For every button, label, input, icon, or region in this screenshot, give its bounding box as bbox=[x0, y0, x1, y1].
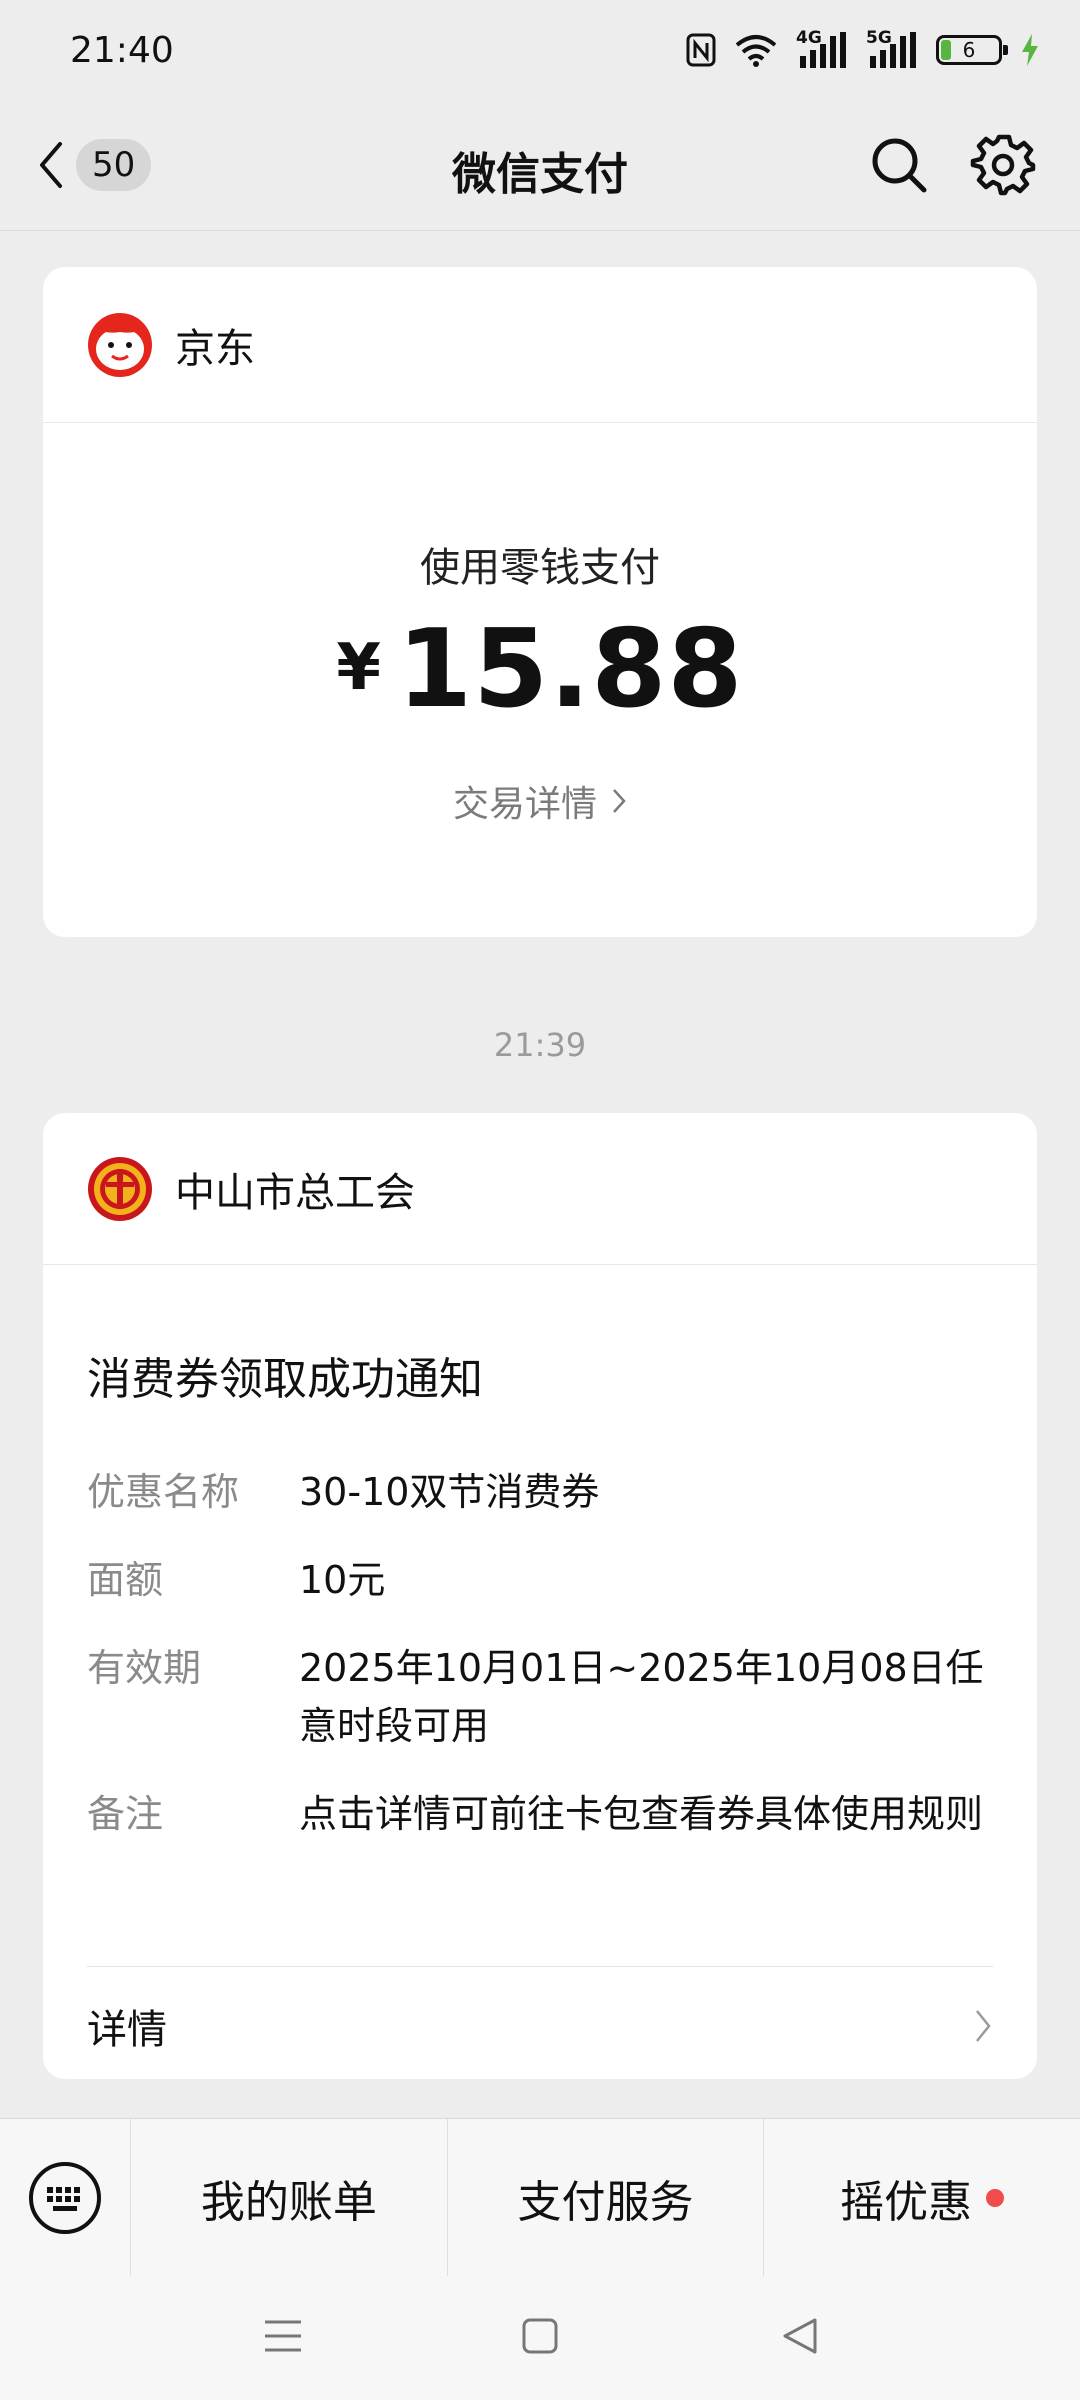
square-icon bbox=[522, 2318, 558, 2354]
info-label: 面额 bbox=[87, 1558, 164, 1602]
info-label: 备注 bbox=[87, 1792, 164, 1836]
home-button[interactable] bbox=[510, 2306, 570, 2366]
menu-label: 我的账单 bbox=[200, 2176, 377, 2228]
payment-method: 使用零钱支付 bbox=[420, 545, 660, 591]
notice-detail-button[interactable]: 详情 bbox=[87, 1991, 993, 2061]
payment-card[interactable]: 京东 使用零钱支付 ¥ 15.88 交易详情 bbox=[43, 267, 1037, 937]
info-label: 优惠名称 bbox=[87, 1470, 240, 1514]
wifi-icon bbox=[735, 35, 777, 67]
notification-dot bbox=[986, 2188, 1005, 2207]
amount-row: ¥ 15.88 bbox=[43, 607, 1037, 732]
notice-card[interactable]: 中山市总工会 消费券领取成功通知 优惠名称 30-10双节消费券 面额 10元 … bbox=[43, 1113, 1037, 2079]
merchant-name: 京东 bbox=[175, 325, 255, 372]
charging-icon bbox=[1022, 34, 1038, 66]
system-nav-bar bbox=[0, 2276, 1080, 2400]
info-row-face-value: 面额 10元 bbox=[87, 1551, 993, 1609]
message-timestamp: 21:39 bbox=[493, 1026, 587, 1064]
keyboard-toggle-button[interactable] bbox=[0, 2119, 130, 2277]
settings-button[interactable] bbox=[970, 132, 1036, 198]
nav-bar: 50 微信支付 bbox=[0, 100, 1080, 230]
signal-4g-icon: 4G bbox=[796, 28, 848, 70]
menu-label: 支付服务 bbox=[517, 2176, 694, 2228]
status-bar: 21:40 4G 5G 6 bbox=[0, 0, 1080, 100]
search-button[interactable] bbox=[866, 132, 932, 198]
gear-icon bbox=[970, 134, 1036, 196]
recent-apps-button[interactable] bbox=[253, 2306, 313, 2366]
transaction-detail-link[interactable]: 交易详情 bbox=[43, 775, 1037, 827]
search-icon bbox=[872, 138, 927, 193]
info-row-remark: 备注 点击详情可前往卡包查看券具体使用规则 bbox=[87, 1785, 993, 1843]
union-logo-icon bbox=[88, 1156, 152, 1221]
info-value: 30-10双节消费券 bbox=[299, 1470, 600, 1514]
menu-my-bills[interactable]: 我的账单 bbox=[130, 2118, 447, 2277]
keyboard-icon bbox=[29, 2161, 101, 2234]
info-label: 有效期 bbox=[87, 1646, 202, 1690]
payment-card-header[interactable]: 京东 bbox=[43, 267, 1037, 423]
menu-label: 摇优惠 bbox=[840, 2176, 973, 2228]
info-row-validity: 有效期 2025年10月01日~2025年10月08日任意时段可用 bbox=[87, 1639, 993, 1755]
notice-title: 消费券领取成功通知 bbox=[87, 1354, 483, 1405]
notice-card-header[interactable]: 中山市总工会 bbox=[43, 1113, 1037, 1265]
info-value: 10元 bbox=[299, 1558, 386, 1602]
menu-payment-services[interactable]: 支付服务 bbox=[446, 2118, 764, 2277]
currency-symbol: ¥ bbox=[336, 631, 381, 705]
status-icons: 4G 5G 6 bbox=[686, 28, 1040, 70]
signal-5g-icon: 5G bbox=[866, 28, 918, 70]
menu-lines-icon bbox=[265, 2320, 301, 2352]
chevron-right-icon bbox=[613, 789, 626, 813]
nav-divider bbox=[0, 230, 1080, 231]
status-time: 21:40 bbox=[70, 29, 174, 71]
transaction-detail-label: 交易详情 bbox=[452, 784, 597, 825]
nfc-icon bbox=[686, 33, 716, 67]
system-back-button[interactable] bbox=[770, 2306, 830, 2366]
notice-sender-name: 中山市总工会 bbox=[175, 1169, 415, 1216]
battery-level: 6 bbox=[962, 38, 976, 62]
info-value: 2025年10月01日~2025年10月08日任意时段可用 bbox=[299, 1646, 984, 1748]
info-row-coupon-name: 优惠名称 30-10双节消费券 bbox=[87, 1463, 993, 1521]
menu-shake-offers[interactable]: 摇优惠 bbox=[763, 2118, 1080, 2277]
chevron-right-icon bbox=[976, 2010, 991, 2042]
jd-logo-icon bbox=[88, 312, 152, 377]
battery-icon: 6 bbox=[936, 35, 1008, 65]
payment-amount: 15.88 bbox=[396, 607, 744, 732]
bottom-menu: 我的账单 支付服务 摇优惠 bbox=[0, 2118, 1080, 2277]
info-value: 点击详情可前往卡包查看券具体使用规则 bbox=[299, 1792, 984, 1836]
notice-detail-label: 详情 bbox=[87, 2007, 167, 2053]
card-divider bbox=[87, 1966, 993, 1967]
triangle-back-icon bbox=[783, 2318, 817, 2354]
